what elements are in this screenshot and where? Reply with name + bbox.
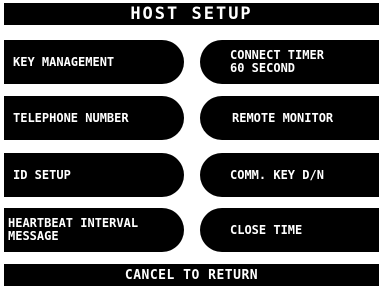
atm-host-setup-screen: HOST SETUP KEY MANAGEMENT TELEPHONE NUMB… <box>0 0 383 289</box>
telephone-number-button[interactable]: TELEPHONE NUMBER <box>4 96 184 140</box>
cancel-to-return-button[interactable]: CANCEL TO RETURN <box>4 264 379 286</box>
connect-timer-button[interactable]: CONNECT TIMER 60 SECOND <box>200 40 379 84</box>
heartbeat-interval-message-button[interactable]: HEARTBEAT INTERVAL MESSAGE <box>4 208 184 252</box>
page-title: HOST SETUP <box>4 3 379 25</box>
comm-key-dn-button[interactable]: COMM. KEY D/N <box>200 153 379 197</box>
remote-monitor-button[interactable]: REMOTE MONITOR <box>200 96 379 140</box>
id-setup-button[interactable]: ID SETUP <box>4 153 184 197</box>
key-management-button[interactable]: KEY MANAGEMENT <box>4 40 184 84</box>
close-time-button[interactable]: CLOSE TIME <box>200 208 379 252</box>
